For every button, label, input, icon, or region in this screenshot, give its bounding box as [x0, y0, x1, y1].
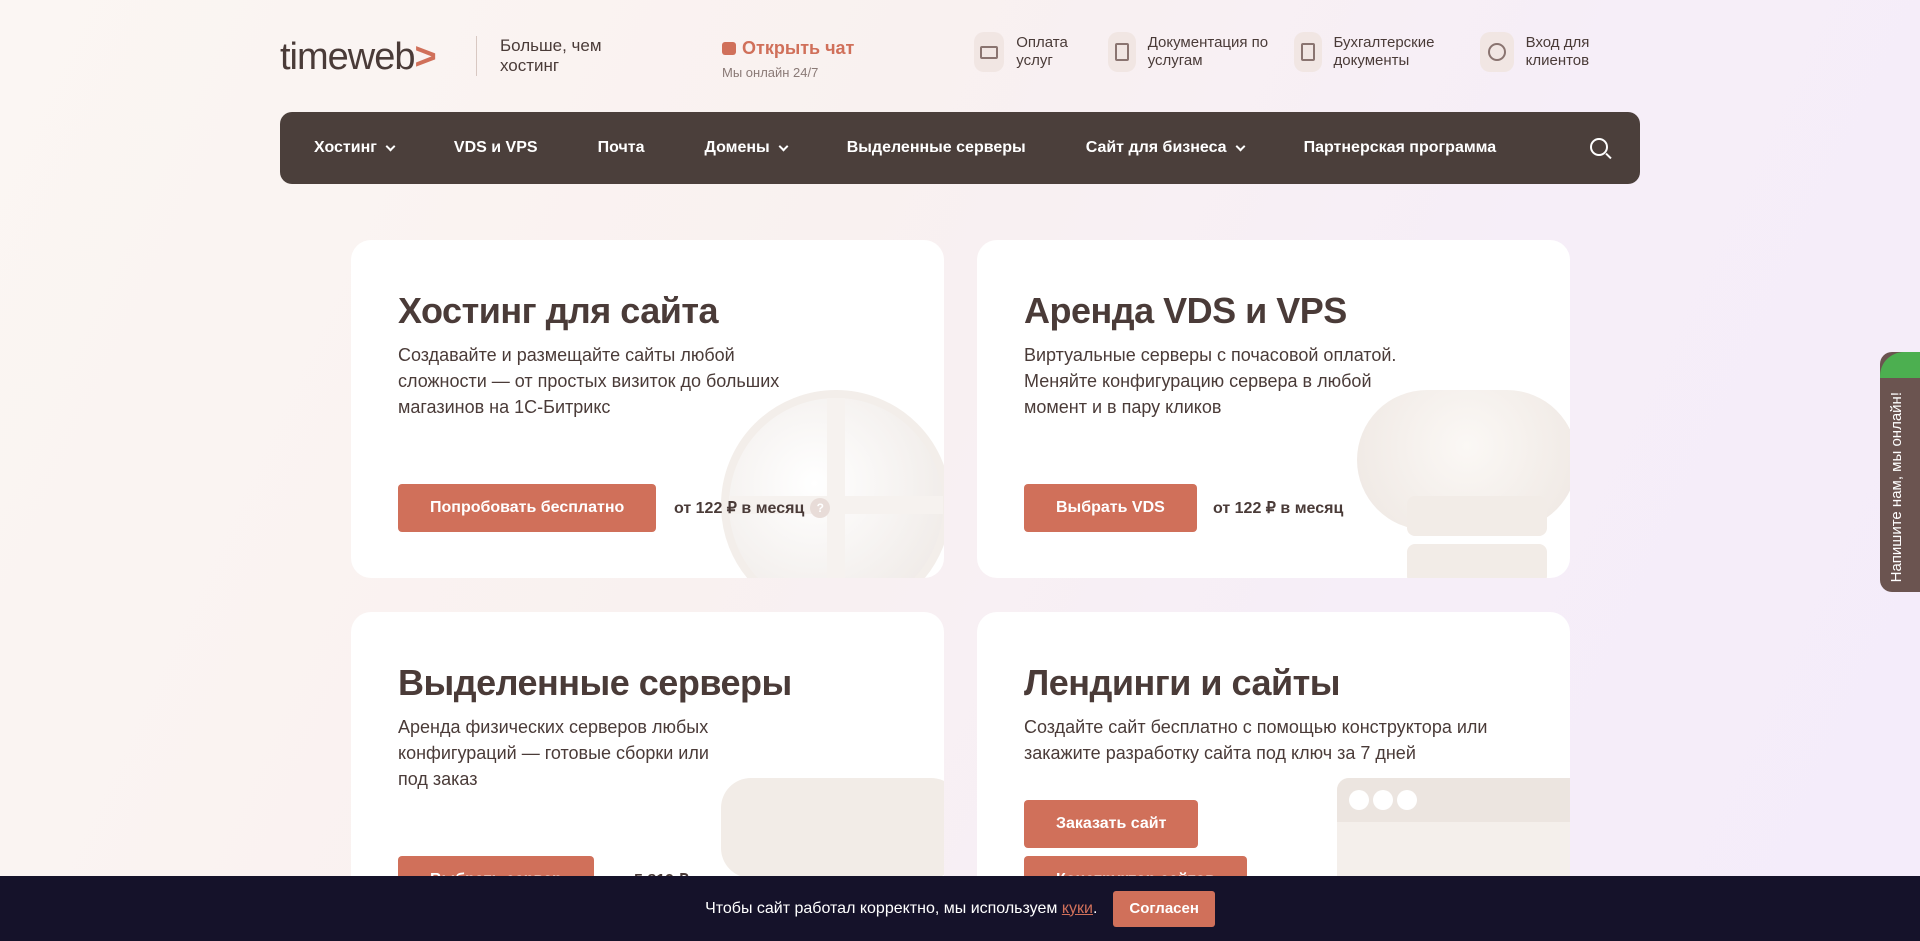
header-divider [476, 36, 477, 76]
login-icon [1480, 32, 1514, 72]
chat-link[interactable]: Открыть чат Мы онлайн 24/7 [722, 38, 854, 80]
cookie-text: Чтобы сайт работал корректно, мы использ… [705, 899, 1058, 917]
nav-item-domains[interactable]: Домены [674, 139, 816, 157]
cookie-dot: . [1092, 899, 1098, 917]
book-icon [1108, 32, 1136, 72]
choose-vds-button[interactable]: Выбрать VDS [1024, 484, 1197, 532]
card-description: Создавайте и размещайте сайты любой слож… [398, 345, 780, 417]
card-price: от 122 ₽ в месяц [1213, 498, 1343, 518]
card-title: Лендинги и сайты [1024, 662, 1341, 703]
nav-item-label: Выделенные серверы [846, 139, 1026, 156]
nav-item-label: VDS и VPS [453, 139, 538, 156]
nav-item-mail[interactable]: Почта [568, 139, 675, 157]
logo-arrow-icon: > [414, 36, 437, 78]
card-hosting: Хостинг для сайта Создавайте и размещайт… [351, 240, 944, 578]
server-illustration [1407, 496, 1547, 536]
site-header: timeweb> Больше, чем хостинг Открыть чат… [280, 24, 1640, 84]
card-description: Виртуальные серверы с почасовой оплатой.… [1024, 345, 1397, 417]
client-login-link[interactable]: Вход для клиентов [1480, 32, 1636, 72]
payment-label: Оплата услуг [1016, 34, 1068, 69]
cookie-banner: Чтобы сайт работал корректно, мы использ… [0, 876, 1920, 941]
price-text: от 122 ₽ в месяц [674, 500, 805, 517]
help-icon[interactable]: ? [810, 498, 831, 518]
server-illustration [721, 778, 944, 878]
accept-cookies-button[interactable]: Согласен [1113, 890, 1215, 927]
chat-side-tab[interactable]: Напишите нам, мы онлайн! [1880, 352, 1920, 592]
nav-item-dedicated[interactable]: Выделенные серверы [817, 139, 1056, 157]
nav-item-label: Почта [597, 139, 645, 156]
accounting-docs-label: Бухгалтерские документы [1333, 34, 1435, 69]
logo-text: timeweb [280, 36, 415, 78]
card-vds: Аренда VDS и VPS Виртуальные серверы с п… [977, 240, 1570, 578]
nav-item-label: Сайт для бизнеса [1085, 139, 1227, 156]
nav-item-label: Хостинг [314, 139, 377, 156]
order-site-button[interactable]: Заказать сайт [1024, 800, 1199, 848]
nav-item-hosting[interactable]: Хостинг [280, 139, 424, 157]
nav-item-partner[interactable]: Партнерская программа [1274, 139, 1527, 157]
chevron-down-icon [385, 141, 396, 151]
search-icon[interactable] [1590, 138, 1608, 156]
card-description: Создайте сайт бесплатно с помощью констр… [1024, 717, 1488, 763]
accounting-docs-link[interactable]: Бухгалтерские документы [1294, 32, 1458, 72]
card-description: Аренда физических серверов любых конфигу… [398, 717, 709, 789]
cookie-text-wrap: Чтобы сайт работал корректно, мы использ… [705, 900, 1097, 918]
client-login-label: Вход для клиентов [1525, 34, 1590, 69]
nav-item-business-site[interactable]: Сайт для бизнеса [1056, 139, 1274, 157]
card-title: Хостинг для сайта [398, 290, 719, 331]
chat-title: Открыть чат [742, 38, 855, 58]
payment-link[interactable]: Оплата услуг [974, 32, 1086, 72]
chevron-down-icon [778, 141, 789, 151]
try-free-button[interactable]: Попробовать бесплатно [398, 484, 657, 532]
docs-link[interactable]: Документация по услугам [1108, 32, 1272, 72]
logo-link[interactable]: timeweb> [280, 36, 437, 79]
chevron-down-icon [1235, 141, 1246, 151]
chat-subtitle: Мы онлайн 24/7 [722, 65, 819, 80]
card-price: от 122 ₽ в месяц ? [674, 498, 831, 518]
cookie-link[interactable]: куки [1062, 900, 1093, 917]
nav-item-vds[interactable]: VDS и VPS [424, 139, 568, 157]
docs-label: Документация по услугам [1147, 34, 1269, 69]
price-text: от 122 ₽ в месяц [1213, 500, 1344, 517]
card-title: Выделенные серверы [398, 662, 792, 703]
chat-bubble-icon [722, 42, 736, 55]
side-tab-label: Напишите нам, мы онлайн! [1888, 392, 1905, 583]
card-title: Аренда VDS и VPS [1024, 290, 1347, 331]
nav-item-label: Партнерская программа [1303, 139, 1497, 156]
tagline: Больше, чем хостинг [500, 36, 602, 75]
main-nav: Хостинг VDS и VPS Почта Домены Выделенны… [280, 112, 1640, 184]
server-illustration [1407, 544, 1547, 578]
clipboard-icon [1294, 32, 1322, 72]
card-icon [974, 32, 1005, 72]
leaf-icon [1880, 352, 1920, 378]
nav-item-label: Домены [704, 139, 770, 156]
